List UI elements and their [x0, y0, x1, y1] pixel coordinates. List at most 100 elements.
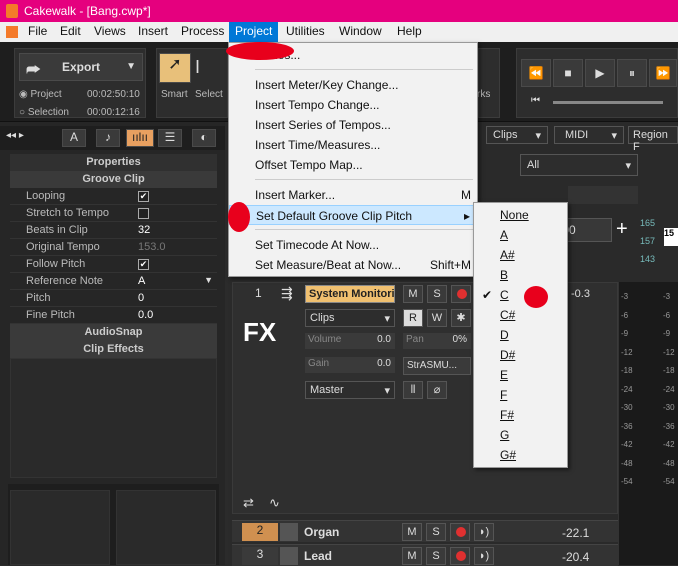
project-menu-item[interactable]: Insert Series of Tempos... [229, 115, 477, 135]
project-radio[interactable]: ◉ Project [19, 89, 62, 100]
record-arm-button[interactable] [450, 523, 470, 541]
clips-menu[interactable]: Clips ▾ [486, 126, 548, 144]
clip-effects-section[interactable]: Clip Effects [10, 341, 217, 358]
position-slider[interactable] [553, 101, 663, 104]
automation-icon[interactable]: ✱ [451, 309, 471, 327]
phase-icon[interactable]: ⌀ [427, 381, 447, 399]
property-value[interactable]: 0 [138, 292, 144, 304]
pitch-option[interactable]: A [474, 225, 567, 245]
project-menu-item[interactable]: Offset Tempo Map... [229, 155, 477, 175]
select-tool-icon[interactable]: I [195, 57, 200, 78]
project-menu-item[interactable]: Insert Time/Measures... [229, 135, 477, 155]
pan-slider[interactable]: Pan 0% [403, 333, 471, 349]
pause-button[interactable]: ⏸ [617, 59, 647, 87]
property-checkbox[interactable] [138, 208, 149, 219]
track-icon[interactable] [280, 523, 298, 541]
record-arm-button[interactable] [450, 547, 470, 565]
pitch-option[interactable]: C# [474, 305, 567, 325]
track-3-name[interactable]: Lead [304, 549, 332, 563]
pitch-option[interactable]: G [474, 425, 567, 445]
track-2-number[interactable]: 2 [242, 523, 278, 541]
mute-button[interactable]: M [402, 523, 422, 541]
project-menu-item[interactable]: Set Measure/Beat at Now... Shift+M [229, 255, 477, 275]
record-arm-button[interactable] [451, 285, 471, 303]
pitch-option[interactable]: None [474, 205, 567, 225]
automation-lane-icon[interactable]: ∿ [269, 495, 280, 511]
stop-button[interactable]: ■ [553, 59, 583, 87]
system-menu-icon[interactable] [6, 26, 18, 38]
property-checkbox[interactable]: ✔ [138, 191, 149, 202]
pitch-option[interactable]: D [474, 325, 567, 345]
property-value[interactable]: 32 [138, 224, 150, 236]
property-value[interactable]: 153.0 [138, 241, 166, 253]
pitch-option[interactable]: E [474, 365, 567, 385]
gain-slider[interactable]: Gain 0.0 [305, 357, 395, 373]
volume-slider[interactable]: Volume 0.0 [305, 333, 395, 349]
go-to-start-icon[interactable]: ⏮ [531, 95, 540, 106]
project-menu-item[interactable]: Set Timecode At Now... [229, 235, 477, 255]
input-echo-icon[interactable]: ◗) [474, 547, 494, 565]
pitch-option[interactable]: F [474, 385, 567, 405]
track-3-number[interactable]: 3 [242, 547, 278, 565]
tab-list-icon[interactable]: ☰ [158, 129, 182, 147]
pitch-option[interactable]: ✔ C [474, 285, 567, 305]
menu-help[interactable]: Help [395, 24, 424, 40]
menu-project[interactable]: Project [229, 22, 279, 42]
input-echo-icon[interactable]: ◗) [474, 523, 494, 541]
property-value[interactable]: 0.0 [138, 309, 153, 321]
rewind-button[interactable]: ⏪ [521, 59, 551, 87]
smart-tool-button[interactable]: ➚ [159, 53, 191, 83]
solo-button[interactable]: S [426, 547, 446, 565]
fx-bin-label[interactable]: FX [243, 317, 276, 348]
solo-button[interactable]: S [427, 285, 447, 303]
pitch-option[interactable]: D# [474, 345, 567, 365]
tab-clip-waveform-icon[interactable]: ıılıı [126, 129, 154, 147]
output-dropdown[interactable]: Master ▾ [305, 381, 395, 399]
track-clips-dropdown[interactable]: Clips ▾ [305, 309, 395, 327]
groove-clip-section[interactable]: Groove Clip [10, 171, 217, 188]
project-menu-item[interactable]: Set Default Groove Clip Pitch ▸ [229, 205, 477, 225]
read-automation-button[interactable]: R [403, 309, 423, 327]
property-value[interactable]: A [138, 275, 145, 287]
mute-button[interactable]: M [402, 547, 422, 565]
tab-instrument-icon[interactable]: ♪ [96, 129, 120, 147]
project-menu-item[interactable]: Insert Marker... M [229, 185, 477, 205]
collapse-icon[interactable]: ◂◂ ▸ [6, 130, 24, 141]
chevron-down-icon[interactable]: ▼ [126, 54, 136, 80]
play-button[interactable]: ▶ [585, 59, 615, 87]
input-plugin-button[interactable]: StrASMU... [403, 357, 471, 375]
menu-views[interactable]: Views [92, 24, 128, 40]
menu-edit[interactable]: Edit [58, 24, 83, 40]
audiosnap-section[interactable]: AudioSnap [10, 324, 217, 341]
track-menu-icon[interactable]: ⇄ [243, 495, 254, 511]
menu-process[interactable]: Process [179, 24, 226, 40]
project-menu-item[interactable]: Insert Meter/Key Change... [229, 75, 477, 95]
region-fx-menu[interactable]: Region F [628, 126, 678, 153]
track-settings-icon[interactable]: ⇶ [281, 285, 293, 302]
track-filter-dropdown[interactable]: All ▾ [520, 154, 638, 176]
write-automation-button[interactable]: W [427, 309, 447, 327]
menu-file[interactable]: File [26, 24, 49, 40]
track-2-name[interactable]: Organ [304, 525, 339, 539]
tab-meter-icon[interactable]: ◐ [192, 129, 216, 147]
menu-window[interactable]: Window [337, 24, 384, 40]
mute-button[interactable]: M [403, 285, 423, 303]
pitch-option[interactable]: A# [474, 245, 567, 265]
selection-radio[interactable]: ○ Selection [19, 107, 69, 118]
pitch-option[interactable]: F# [474, 405, 567, 425]
midi-menu[interactable]: MIDI ▾ [554, 126, 624, 144]
menu-utilities[interactable]: Utilities [284, 24, 327, 40]
add-icon[interactable]: + [616, 218, 628, 241]
track-1-name[interactable]: System Monitori [305, 285, 395, 303]
tab-arranger-icon[interactable]: A [62, 129, 86, 147]
pitch-option[interactable]: B [474, 265, 567, 285]
track-icon[interactable] [280, 547, 298, 565]
pitch-option[interactable]: G# [474, 445, 567, 465]
property-checkbox[interactable]: ✔ [138, 259, 149, 270]
menu-insert[interactable]: Insert [136, 24, 170, 40]
chevron-down-icon[interactable]: ▼ [204, 275, 213, 285]
input-echo-icon[interactable]: ⦀ [403, 381, 423, 399]
export-button[interactable]: ⮫ Export ▼ [19, 53, 143, 81]
project-menu-item[interactable]: Insert Tempo Change... [229, 95, 477, 115]
solo-button[interactable]: S [426, 523, 446, 541]
